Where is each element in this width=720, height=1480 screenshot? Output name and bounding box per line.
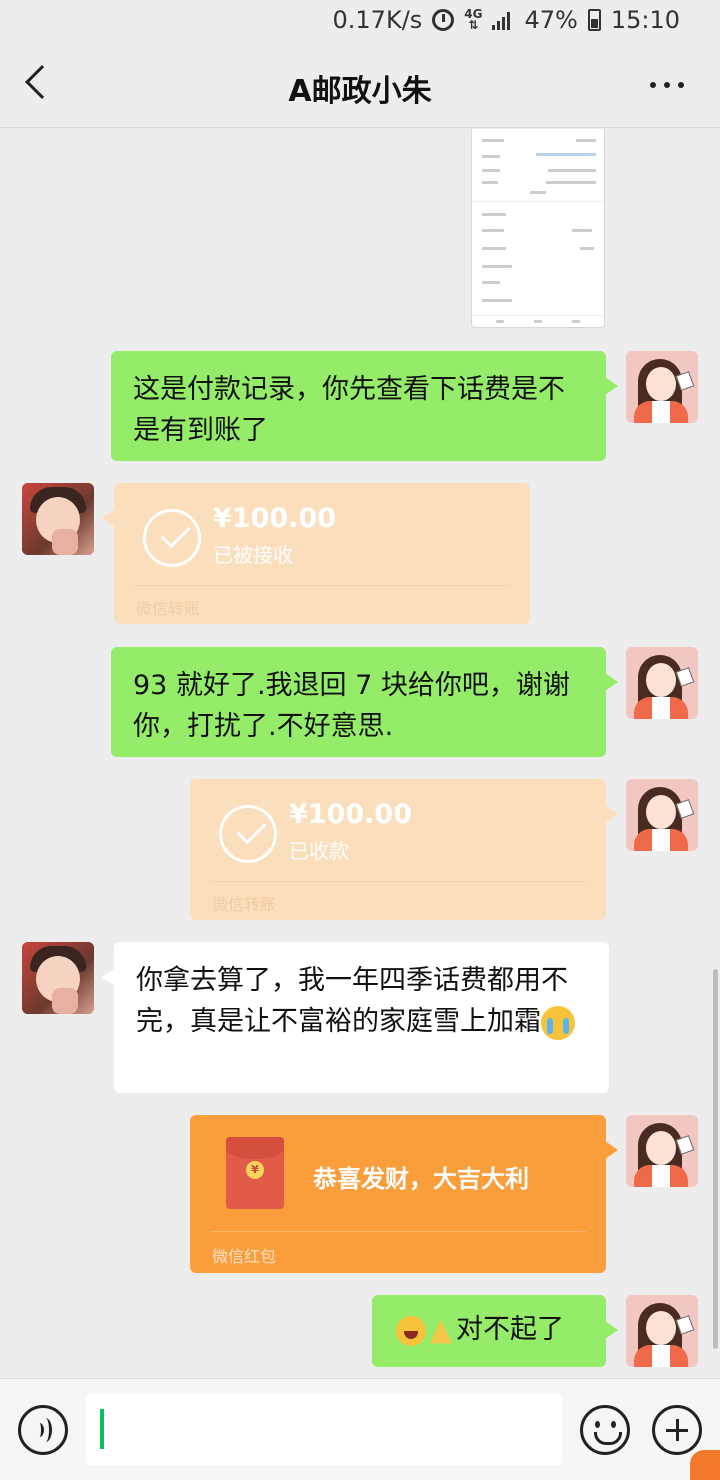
payment-screenshot-image[interactable]	[471, 129, 605, 328]
message-bubble[interactable]: 你拿去算了，我一年四季话费都用不完，真是让不富裕的家庭雪上加霜	[102, 942, 609, 1093]
text-caret	[100, 1409, 104, 1449]
transfer-footer: 微信转账	[136, 599, 201, 618]
message-text: 你拿去算了，我一年四季话费都用不完，真是让不富裕的家庭雪上加霜	[136, 965, 568, 1037]
transfer-amount: ¥100.00	[289, 799, 412, 830]
my-avatar[interactable]	[626, 647, 698, 719]
face-with-tears-of-joy-icon	[396, 1315, 426, 1346]
scrollbar[interactable]	[713, 969, 718, 1349]
divider	[210, 881, 586, 882]
my-avatar[interactable]	[626, 1115, 698, 1187]
network-type-icon: 4G ⇅	[464, 7, 483, 32]
message-list[interactable]: 这是付款记录，你先查看下话费是不是有到账了 ¥100.00 已被接收 微信转账 …	[0, 129, 720, 1377]
status-bar: 0.17K/s 4G ⇅ 47% 15:10	[0, 0, 720, 44]
message-content: 对不起了	[396, 1309, 588, 1350]
my-avatar[interactable]	[626, 351, 698, 423]
input-bar	[0, 1378, 720, 1480]
folded-hands-icon	[426, 1316, 456, 1346]
divider	[210, 1231, 586, 1232]
more-options-icon[interactable]	[650, 82, 684, 88]
message-bubble[interactable]: 93 就好了.我退回 7 块给你吧，谢谢你，打扰了.不好意思.	[111, 647, 618, 757]
transfer-status: 已被接收	[213, 543, 293, 567]
red-packet-card[interactable]: ¥ 恭喜发财，大吉大利 微信红包	[190, 1115, 618, 1273]
transfer-card[interactable]: ¥100.00 已被接收 微信转账	[102, 483, 530, 624]
message-input[interactable]	[86, 1393, 562, 1465]
transfer-amount: ¥100.00	[213, 503, 336, 534]
my-avatar[interactable]	[626, 779, 698, 851]
my-avatar[interactable]	[626, 1295, 698, 1367]
message-bubble[interactable]: 这是付款记录，你先查看下话费是不是有到账了	[111, 351, 618, 461]
message-content: 你拿去算了，我一年四季话费都用不完，真是让不富裕的家庭雪上加霜	[136, 960, 589, 1042]
red-packet-footer: 微信红包	[212, 1247, 277, 1266]
check-circle-icon	[219, 805, 277, 863]
contact-avatar[interactable]	[22, 483, 94, 555]
floating-badge-icon[interactable]	[690, 1450, 720, 1480]
message-text: 对不起了	[456, 1314, 564, 1345]
voice-input-icon[interactable]	[18, 1405, 68, 1455]
message-text: 93 就好了.我退回 7 块给你吧，谢谢你，打扰了.不好意思.	[133, 670, 570, 742]
network-speed: 0.17K/s	[332, 6, 423, 34]
battery-icon	[587, 9, 601, 31]
transfer-status: 已收款	[289, 839, 349, 863]
signal-icon	[492, 10, 514, 30]
transfer-footer: 微信转账	[212, 895, 277, 914]
red-envelope-icon: ¥	[226, 1137, 284, 1209]
check-circle-icon	[143, 509, 201, 567]
transfer-card[interactable]: ¥100.00 已收款 微信转账	[190, 779, 618, 920]
loudly-crying-face-icon	[541, 1005, 575, 1040]
clock: 15:10	[610, 6, 680, 34]
network-type: 4G	[464, 7, 483, 21]
red-packet-title: 恭喜发财，大吉大利	[313, 1165, 529, 1193]
status-right: 0.17K/s 4G ⇅ 47% 15:10	[333, 6, 680, 34]
emoji-icon[interactable]	[580, 1405, 630, 1455]
chat-title: A邮政小朱	[288, 74, 432, 109]
contact-avatar[interactable]	[22, 942, 94, 1014]
divider	[134, 585, 510, 586]
plus-icon[interactable]	[652, 1405, 702, 1455]
alarm-icon	[432, 9, 455, 31]
message-bubble[interactable]: 对不起了	[372, 1295, 618, 1367]
message-text: 这是付款记录，你先查看下话费是不是有到账了	[133, 374, 565, 446]
battery-level: 47%	[524, 6, 578, 34]
chat-header: A邮政小朱	[0, 44, 720, 128]
